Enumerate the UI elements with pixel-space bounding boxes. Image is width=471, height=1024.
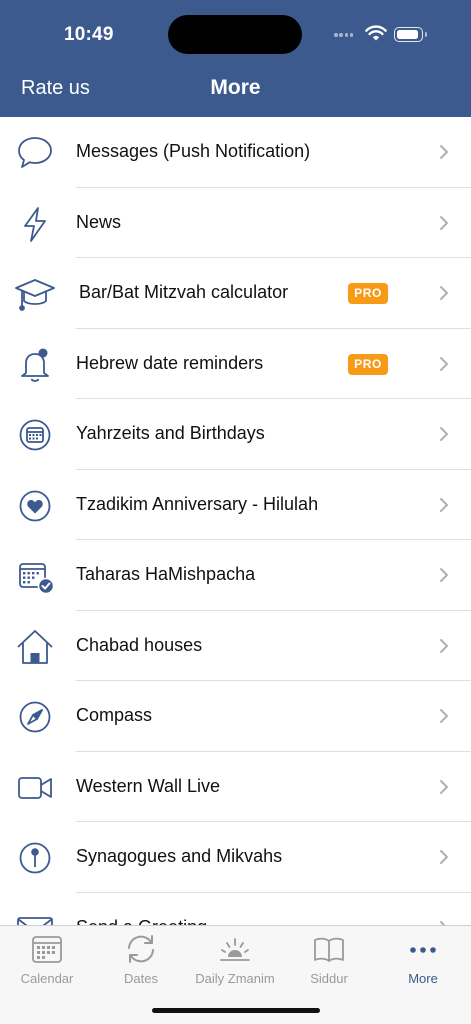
menu-item-western-wall-live[interactable]: Western Wall Live [0, 752, 471, 822]
menu-item-compass[interactable]: Compass [0, 681, 471, 752]
tab-siddur[interactable]: Siddur [282, 926, 376, 996]
menu-item-bar-bat-mitzvah-calculator[interactable]: Bar/Bat Mitzvah calculator PRO [0, 258, 471, 329]
tab-label: More [408, 971, 438, 986]
menu-item-label: Synagogues and Mikvahs [76, 846, 283, 866]
tab-calendar[interactable]: Calendar [0, 926, 94, 996]
sunrise-icon [220, 938, 250, 961]
battery-icon [394, 27, 427, 42]
chevron-right-icon [440, 568, 448, 582]
chevron-right-icon [440, 427, 448, 441]
calendar-check-icon [14, 555, 56, 597]
menu-item-taharas-hamishpacha[interactable]: Taharas HaMishpacha [0, 540, 471, 611]
envelope-icon [14, 908, 56, 925]
map-pin-icon [14, 837, 56, 879]
dynamic-island [168, 15, 302, 54]
menu-item-synagogues-and-mikvahs[interactable]: Synagogues and Mikvahs [0, 822, 471, 893]
menu-item-news[interactable]: News [0, 188, 471, 258]
menu-item-hebrew-date-reminders[interactable]: Hebrew date reminders PRO [0, 329, 471, 399]
chevron-right-icon [440, 638, 448, 653]
graduation-cap-icon [14, 273, 56, 315]
tab-daily-zmanim[interactable]: Daily Zmanim [188, 926, 282, 996]
pro-badge: PRO [348, 283, 388, 304]
menu-item-label: Bar/Bat Mitzvah calculator [79, 282, 289, 302]
menu-item-label: Messages (Push Notification) [76, 141, 311, 161]
page-title: More [210, 76, 261, 99]
chevron-right-icon [440, 497, 448, 512]
chevron-right-icon [440, 779, 448, 794]
chevron-right-icon [440, 709, 448, 723]
menu-item-label: Western Wall Live [76, 775, 221, 796]
video-camera-icon [14, 767, 56, 809]
lightning-icon [14, 203, 56, 245]
menu-item-label: Compass [76, 705, 153, 725]
tab-dates[interactable]: Dates [94, 926, 188, 996]
menu-item-send-a-greeting[interactable]: Send a Greeting [0, 893, 471, 926]
chevron-right-icon [440, 850, 448, 864]
tab-label: Daily Zmanim [195, 971, 275, 986]
menu-item-label: Yahrzeits and Birthdays [76, 423, 265, 443]
heart-circle-icon [14, 485, 56, 527]
wifi-icon [365, 25, 387, 41]
chevron-right-icon [440, 356, 448, 371]
tab-more[interactable]: More [376, 926, 470, 996]
speech-bubble-icon [14, 132, 56, 174]
calendar-circle-icon [14, 414, 56, 456]
tab-label: Siddur [310, 971, 348, 986]
menu-item-tzadikim-anniversary[interactable]: Tzadikim Anniversary - Hilulah [0, 470, 471, 540]
menu-item-yahrzeits-and-birthdays[interactable]: Yahrzeits and Birthdays [0, 399, 471, 470]
compass-icon [14, 696, 56, 738]
pro-badge: PRO [348, 353, 388, 375]
menu-item-label: Hebrew date reminders [76, 352, 264, 373]
menu-item-chabad-houses[interactable]: Chabad houses [0, 611, 471, 681]
chevron-right-icon [440, 145, 448, 159]
menu-item-label: News [76, 211, 122, 232]
house-icon [14, 626, 56, 668]
status-time: 10:49 [64, 24, 114, 45]
calendar-icon [32, 936, 62, 963]
menu-item-messages[interactable]: Messages (Push Notification) [0, 117, 471, 188]
menu-item-label: Tzadikim Anniversary - Hilulah [76, 493, 319, 514]
home-indicator[interactable] [152, 1008, 320, 1013]
more-dots-icon [410, 947, 436, 953]
book-icon [314, 937, 344, 962]
cellular-signal-icon [334, 33, 358, 39]
chevron-right-icon [440, 215, 448, 230]
chevron-right-icon [440, 286, 448, 300]
chevron-right-icon [440, 920, 446, 925]
menu-item-label: Chabad houses [76, 634, 203, 655]
tab-label: Dates [124, 971, 158, 986]
menu-item-label: Send a Greeting [76, 917, 207, 926]
status-bar: 10:49 [0, 0, 471, 66]
menu-item-label: Taharas HaMishpacha [76, 564, 256, 584]
more-menu-list: Messages (Push Notification) News Bar/Ba… [0, 117, 471, 925]
tab-label: Calendar [20, 971, 74, 986]
bell-icon [14, 344, 56, 386]
sync-icon [128, 935, 154, 963]
header-bar: 10:49 Rate us More [0, 0, 471, 117]
